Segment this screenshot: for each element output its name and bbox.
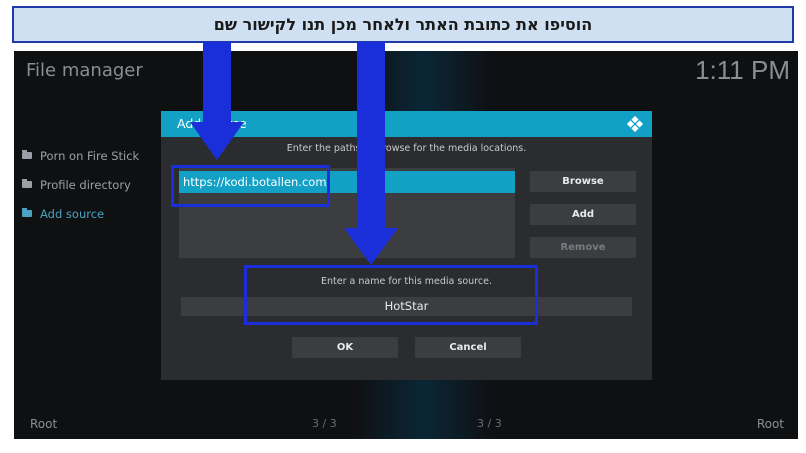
footer-count-right: 3 / 3 — [477, 417, 502, 430]
arrow-down-icon — [344, 42, 398, 265]
kodi-icon — [626, 115, 644, 133]
sidebar-item-label: Profile directory — [40, 177, 131, 192]
footer-root-left: Root — [30, 417, 58, 431]
clock: 1:11 PM — [695, 55, 790, 85]
sidebar-item-label: Add source — [40, 206, 105, 221]
sidebar-item-label: Porn on Fire Stick — [40, 148, 140, 163]
footer-count-left: 3 / 3 — [312, 417, 337, 430]
ok-button[interactable]: OK — [292, 337, 398, 358]
cancel-button[interactable]: Cancel — [415, 337, 521, 358]
instruction-banner: הוסיפו את כתובת האתר ולאחר מכן תנו לקישו… — [12, 6, 794, 43]
banner-text: הוסיפו את כתובת האתר ולאחר מכן תנו לקישו… — [213, 15, 593, 34]
page-title: File manager — [26, 60, 143, 81]
folder-icon — [22, 208, 32, 217]
sidebar-item-porn-on-fire-stick[interactable]: Porn on Fire Stick — [22, 141, 139, 170]
add-button[interactable]: Add — [530, 204, 636, 225]
remove-button[interactable]: Remove — [530, 237, 636, 258]
footer-root-right: Root — [756, 417, 784, 431]
sidebar-item-add-source[interactable]: Add source — [22, 199, 139, 228]
folder-icon — [22, 150, 32, 159]
browse-button[interactable]: Browse — [530, 171, 636, 192]
arrow-down-icon — [190, 42, 244, 160]
path-highlight-box — [171, 165, 330, 207]
name-highlight-box — [244, 265, 538, 325]
folder-icon — [22, 179, 32, 188]
sidebar: Porn on Fire Stick Profile directory Add… — [22, 141, 139, 228]
sidebar-item-profile-directory[interactable]: Profile directory — [22, 170, 139, 199]
